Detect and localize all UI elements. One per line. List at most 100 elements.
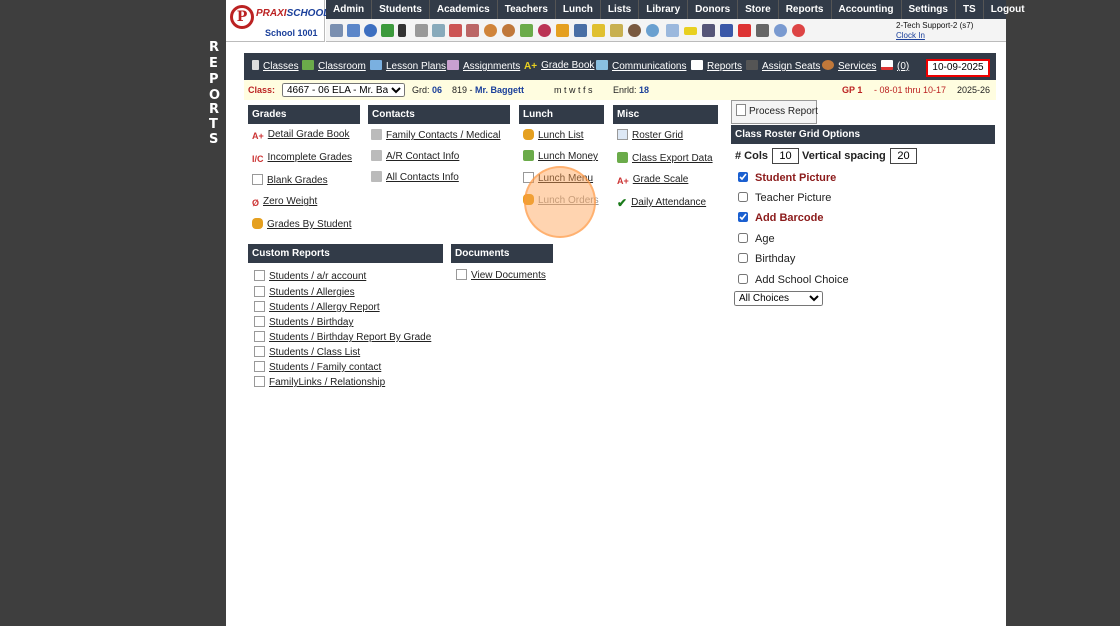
nav-logout[interactable]: Logout <box>984 0 1032 19</box>
add-barcode-option[interactable]: Add Barcode <box>738 212 823 224</box>
teacher-picture-option[interactable]: Teacher Picture <box>738 192 831 204</box>
nav-reports[interactable]: Reports <box>779 0 832 19</box>
toolbar-assign-seats[interactable]: Assign Seats <box>746 60 820 72</box>
staff-icon[interactable] <box>628 24 641 37</box>
pencil-icon[interactable] <box>592 24 605 37</box>
nav-store[interactable]: Store <box>738 0 779 19</box>
megaphone-icon[interactable] <box>466 24 479 37</box>
money-icon[interactable] <box>520 24 533 37</box>
speaker-icon[interactable] <box>415 24 428 37</box>
lunch-icon[interactable] <box>556 24 569 37</box>
add-barcode-checkbox[interactable] <box>738 212 748 222</box>
clock-in-link[interactable]: Clock In <box>896 31 973 41</box>
stop-icon[interactable] <box>792 24 805 37</box>
clock-icon[interactable] <box>646 24 659 37</box>
lunch-money-link[interactable]: Lunch Money <box>523 150 598 162</box>
grade-scale-link[interactable]: A+ Grade Scale <box>617 174 688 187</box>
grade-info: Grd: 06 <box>412 85 443 95</box>
ar-contact-info-link[interactable]: A/R Contact Info <box>371 150 459 162</box>
toolbar-services[interactable]: Services <box>822 60 876 72</box>
book-icon[interactable] <box>574 24 587 37</box>
cash-register-icon[interactable] <box>756 24 769 37</box>
toolbar-communications[interactable]: Communications <box>596 60 686 72</box>
custom-report-link[interactable]: Students / Family contact <box>254 361 381 373</box>
barcode-icon[interactable] <box>684 27 697 35</box>
teacher-picture-checkbox[interactable] <box>738 192 748 202</box>
toolbar-assignments[interactable]: Assignments <box>447 60 520 72</box>
birthday-checkbox[interactable] <box>738 253 748 263</box>
help-icon[interactable] <box>774 24 787 37</box>
phone-icon[interactable] <box>398 24 406 37</box>
forward-icon[interactable] <box>610 24 623 37</box>
detail-grade-book-link[interactable]: A+ Detail Grade Book <box>252 129 349 142</box>
student-picture-checkbox[interactable] <box>738 172 748 182</box>
toolbar-lesson-plans[interactable]: Lesson Plans <box>370 60 446 72</box>
toolbar-classroom[interactable]: Classroom <box>302 60 366 72</box>
family-contacts-link[interactable]: Family Contacts / Medical <box>371 129 500 141</box>
custom-report-link[interactable]: Students / Class List <box>254 346 360 358</box>
student-picture-option[interactable]: Student Picture <box>738 172 836 184</box>
vertical-spacing-input[interactable] <box>890 148 917 164</box>
blank-grades-link[interactable]: Blank Grades <box>252 174 328 186</box>
age-option[interactable]: Age <box>738 233 775 245</box>
custom-report-link[interactable]: Students / Allergy Report <box>254 301 380 313</box>
email-icon[interactable] <box>364 24 377 37</box>
nav-accounting[interactable]: Accounting <box>832 0 902 19</box>
date-display[interactable]: 10-09-2025 <box>926 59 990 77</box>
birthday-option[interactable]: Birthday <box>738 253 795 265</box>
custom-report-link[interactable]: Students / Birthday <box>254 316 354 328</box>
custom-report-link[interactable]: Students / a/r account <box>254 270 366 282</box>
toolbar-classes[interactable]: Classes <box>252 60 299 72</box>
age-checkbox[interactable] <box>738 233 748 243</box>
nav-academics[interactable]: Academics <box>430 0 498 19</box>
nav-ts[interactable]: TS <box>956 0 984 19</box>
nav-admin[interactable]: Admin <box>326 0 373 19</box>
custom-report-link[interactable]: Students / Birthday Report By Grade <box>254 331 431 343</box>
view-documents-link[interactable]: View Documents <box>456 269 546 281</box>
nav-teachers[interactable]: Teachers <box>498 0 556 19</box>
toolbar-reports[interactable]: Reports <box>691 60 742 72</box>
contact-card-icon <box>371 150 382 161</box>
cols-input[interactable] <box>772 148 799 164</box>
side-letter: E <box>209 56 218 71</box>
teacher-icon[interactable] <box>484 24 497 37</box>
printer-icon[interactable] <box>702 24 715 37</box>
grid-icon[interactable] <box>666 24 679 37</box>
roster-grid-link[interactable]: Roster Grid <box>617 129 683 141</box>
search-icon[interactable] <box>330 24 343 37</box>
student-icon[interactable] <box>502 24 515 37</box>
process-report-button[interactable]: Process Report <box>731 100 818 124</box>
lunch-list-link[interactable]: Lunch List <box>523 129 584 141</box>
praxischool-logo[interactable]: P PRAXISCHOOL School 1001 <box>226 0 329 42</box>
incomplete-grades-link[interactable]: I/C Incomplete Grades <box>252 152 352 165</box>
custom-report-link[interactable]: Students / Allergies <box>254 286 355 298</box>
class-export-data-link[interactable]: Class Export Data <box>617 152 713 164</box>
book-icon <box>370 60 382 70</box>
nav-settings[interactable]: Settings <box>902 0 956 19</box>
calendar-icon[interactable] <box>347 24 360 37</box>
school-choice-select[interactable]: All Choices <box>734 291 823 306</box>
nav-donors[interactable]: Donors <box>688 0 739 19</box>
zero-weight-link[interactable]: Ø Zero Weight <box>252 196 317 209</box>
toolbar-messages[interactable]: (0) <box>881 60 909 72</box>
nav-library[interactable]: Library <box>639 0 689 19</box>
class-toolbar: Classes Classroom Lesson Plans Assignmen… <box>244 53 996 80</box>
add-school-choice-checkbox[interactable] <box>738 274 748 284</box>
grades-by-student-link[interactable]: Grades By Student <box>252 218 352 230</box>
nav-lists[interactable]: Lists <box>601 0 640 19</box>
daily-attendance-link[interactable]: ✔ Daily Attendance <box>617 196 706 210</box>
planner-icon[interactable] <box>449 24 462 37</box>
transfer-icon[interactable] <box>381 24 394 37</box>
group-icon[interactable] <box>538 24 551 37</box>
class-select[interactable]: 4667 - 06 ELA - Mr. Baggett <box>282 83 405 97</box>
custom-report-link[interactable]: FamilyLinks / Relationship <box>254 376 385 388</box>
ap-icon[interactable] <box>720 24 733 37</box>
image-icon[interactable] <box>432 24 445 37</box>
add-school-choice-option[interactable]: Add School Choice <box>738 274 849 286</box>
all-contacts-info-link[interactable]: All Contacts Info <box>371 171 459 183</box>
pdf-icon[interactable] <box>738 24 751 37</box>
nav-students[interactable]: Students <box>372 0 430 19</box>
toolbar-grade-book[interactable]: A+ Grade Book <box>524 60 594 72</box>
nav-lunch[interactable]: Lunch <box>556 0 601 19</box>
side-letter: R <box>209 40 220 55</box>
